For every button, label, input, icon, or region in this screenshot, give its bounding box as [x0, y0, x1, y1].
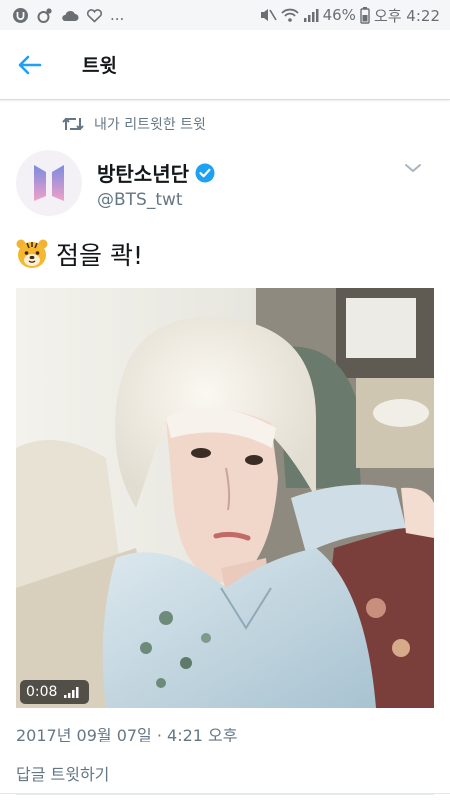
video-thumbnail — [16, 288, 434, 708]
back-button[interactable] — [0, 30, 60, 100]
u-app-icon — [12, 7, 29, 24]
tweet-timestamp-text: 2017년 09월 07일 · 4:21 오후 — [16, 728, 238, 742]
reply-placeholder: 답글 트윗하기 — [16, 764, 110, 784]
screen: ... 46% 오후 4:22 트윗 내가 리트윗한 트윗 방탄소년단 @BTS… — [0, 0, 450, 800]
video-duration: 0:08 — [26, 684, 58, 700]
mute-icon — [259, 7, 277, 23]
notification-dot-icon — [36, 7, 53, 24]
battery-icon — [360, 6, 370, 24]
tweet-text-row: 점을 콱! — [16, 236, 143, 272]
status-time: 오후 4:22 — [373, 6, 440, 25]
author-handle[interactable]: @BTS_twt — [97, 190, 183, 210]
status-left: ... — [12, 6, 124, 24]
more-options-button[interactable] — [402, 158, 424, 178]
signal-icon — [303, 8, 319, 23]
video-duration-badge: 0:08 — [20, 680, 90, 704]
verified-badge-icon — [195, 163, 215, 183]
heart-outline-icon — [86, 8, 103, 23]
avatar[interactable] — [16, 150, 82, 216]
retweet-context-label: 내가 리트윗한 트윗 — [94, 117, 206, 133]
status-bar: ... 46% 오후 4:22 — [0, 0, 450, 30]
app-header: 트윗 — [0, 30, 450, 100]
arrow-left-icon — [18, 55, 42, 75]
author-name-row[interactable]: 방탄소년단 — [97, 158, 215, 187]
status-overflow: ... — [110, 6, 125, 24]
retweet-context: 내가 리트윗한 트윗 — [62, 114, 206, 134]
tweet-timestamp: 2017년 09월 07일 · 4:21 오후 — [16, 728, 237, 742]
cloud-icon — [60, 8, 79, 22]
author-name: 방탄소년단 — [97, 162, 189, 186]
bts-logo-icon — [34, 165, 64, 201]
status-right: 46% 오후 4:22 — [259, 5, 440, 26]
chevron-down-icon — [402, 158, 424, 178]
page-title: 트윗 — [82, 55, 117, 77]
tweet-video[interactable]: 0:08 — [16, 288, 434, 708]
reply-input[interactable]: 답글 트윗하기 — [0, 752, 450, 794]
tiger-face-icon — [16, 239, 48, 269]
battery-percent: 46% — [322, 6, 356, 24]
retweet-icon — [62, 116, 84, 132]
wifi-icon — [280, 7, 299, 23]
divider — [16, 794, 434, 795]
volume-bars-icon — [64, 686, 82, 698]
tweet-text: 점을 콱! — [56, 241, 143, 270]
